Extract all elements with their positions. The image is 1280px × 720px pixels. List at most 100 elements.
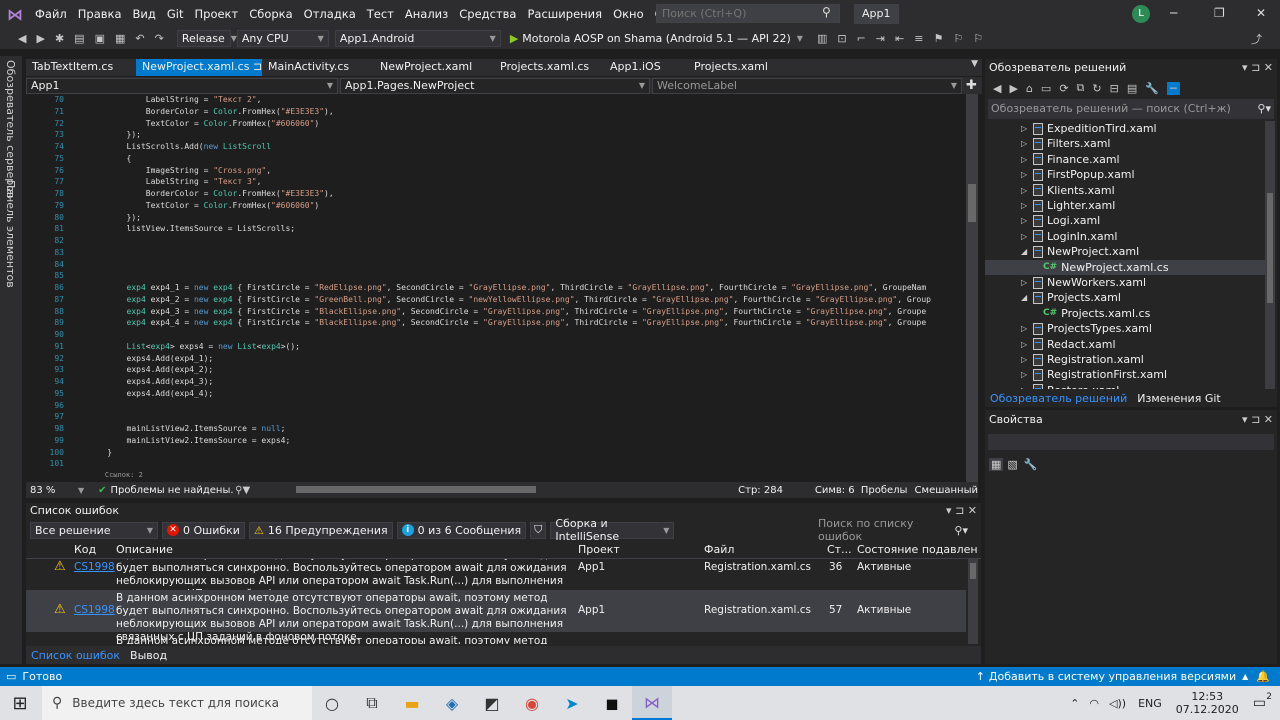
tree-item[interactable]: ▷ Lighter.xaml — [1021, 198, 1115, 213]
tree-item[interactable]: ▷ ExpeditionTird.xaml — [1021, 121, 1157, 136]
bookmark-icon[interactable]: ⚑ — [933, 32, 943, 45]
pin-icon[interactable]: ⊐ — [253, 60, 262, 73]
code-line[interactable] — [88, 458, 962, 470]
search-icon[interactable]: ⚲▾ — [1257, 102, 1271, 116]
save-all-icon[interactable]: ▦ — [115, 32, 125, 45]
code-line[interactable] — [88, 411, 962, 423]
tree-item[interactable]: ▷ FirstPopup.xaml — [1021, 167, 1135, 182]
live-share-icon[interactable]: ⤴ — [1251, 31, 1262, 47]
sync-icon[interactable]: ⟳ — [1059, 82, 1068, 95]
avatar[interactable]: L — [1132, 5, 1150, 23]
tree-item[interactable]: ▷ Redact.xaml — [1021, 337, 1116, 352]
menu-item-9[interactable]: Средства — [454, 7, 522, 21]
spaces-indicator[interactable]: Пробелы — [861, 485, 915, 496]
tree-item[interactable]: C# Projects.xaml.cs — [1039, 306, 1150, 321]
code-line[interactable]: mainListView2.ItemsSource = exps4; — [88, 435, 962, 447]
code-line[interactable]: exps4.Add(exp4_3); — [88, 376, 962, 388]
code-line[interactable]: mainListView2.ItemsSource = null; — [88, 423, 962, 435]
issues-status[interactable]: Проблемы не найдены. — [110, 485, 235, 496]
tree-item[interactable]: ▷ Registration.xaml — [1021, 352, 1144, 367]
chevron-up-icon[interactable]: ▲ — [1242, 672, 1248, 681]
code-line[interactable]: exps4.Add(exp4_1); — [88, 353, 962, 365]
run-target-button[interactable]: Motorola AOSP on Shama (Android 5.1 — AP… — [522, 32, 791, 45]
tree-item[interactable]: ▷ LoginIn.xaml — [1021, 229, 1117, 244]
volume-icon[interactable]: ◁)) — [1109, 697, 1126, 710]
tab-mainactivity[interactable]: MainActivity.cs — [262, 59, 370, 76]
tree-item[interactable]: ▷ ProjectsTypes.xaml — [1021, 321, 1152, 336]
code-line[interactable]: exp4 exp4_2 = new exp4 { FirstCircle = "… — [88, 294, 962, 306]
code-editor[interactable]: 70 71 72 73 74 75 76 77 78 79 80 81 82 83 84 85 86 87 88 89… — [26, 94, 966, 482]
bookmark-next-icon[interactable]: ⚐ — [973, 32, 983, 45]
forward-icon[interactable]: ▶ — [36, 32, 44, 45]
expand-icon[interactable]: ▷ — [1021, 324, 1033, 333]
line-ending-indicator[interactable]: Смешанный — [915, 485, 978, 496]
code-line[interactable]: LabelString = "Текст 3", — [88, 176, 962, 188]
code-line[interactable]: }); — [88, 129, 962, 141]
scroll-thumb[interactable] — [1267, 193, 1273, 303]
server-explorer-tab[interactable]: Обозреватель серверов — [4, 60, 17, 198]
code-line[interactable] — [88, 329, 962, 341]
task-view-icon[interactable]: ⧉ — [352, 686, 392, 720]
tab-newproject-cs[interactable]: NewProject.xaml.cs ⊐ ✕ — [136, 59, 262, 76]
close-icon[interactable]: ✕ — [1256, 6, 1266, 20]
tree-item[interactable]: ▷ Finance.xaml — [1021, 152, 1120, 167]
forward-icon[interactable]: ▶ — [1009, 82, 1017, 95]
tab-projects-xaml[interactable]: Projects.xaml — [682, 59, 772, 76]
taskbar-search[interactable]: ⚲ Введите здесь текст для поиска — [42, 686, 312, 720]
menu-item-3[interactable]: Git — [162, 7, 190, 21]
cortana-icon[interactable]: ○ — [312, 686, 352, 720]
code-line[interactable]: exps4.Add(exp4_2); — [88, 364, 962, 376]
tree-item[interactable]: C# NewProject.xaml.cs — [985, 259, 1265, 275]
tab-list-icon[interactable]: ▼ — [971, 59, 978, 76]
error-search-input[interactable]: Поиск по списку ошибок ⚲▾ — [813, 517, 973, 543]
code-line[interactable]: Ссылок: 2 — [88, 470, 962, 482]
clock[interactable]: 12:53 07.12.2020 — [1176, 690, 1239, 716]
screenshot-icon[interactable]: ⊡ — [837, 32, 846, 45]
expand-icon[interactable]: ▷ — [1021, 124, 1033, 133]
menu-item-6[interactable]: Отладка — [299, 7, 362, 21]
filter-icon[interactable]: ⚲▼ — [235, 485, 250, 496]
expand-icon[interactable]: ▷ — [1021, 340, 1033, 349]
indent-icon[interactable]: ⇥ — [876, 32, 885, 45]
save-icon[interactable]: ▣ — [95, 32, 105, 45]
comment-icon[interactable]: ≡ — [914, 32, 923, 45]
file-explorer-icon[interactable]: ▬ — [392, 686, 432, 720]
code-line[interactable]: List<exp4> exps4 = new List<exp4>(); — [88, 341, 962, 353]
back-icon[interactable]: ◀ — [993, 82, 1001, 95]
virtualbox-icon[interactable]: ◈ — [432, 686, 472, 720]
menu-item-8[interactable]: Анализ — [400, 7, 454, 21]
config-dropdown[interactable]: Release ▼ — [176, 30, 237, 47]
col-project[interactable]: Проект — [578, 543, 620, 556]
errors-filter-button[interactable]: ✕ 0 Ошибки — [162, 521, 245, 539]
error-list-scrollbar[interactable] — [968, 559, 978, 644]
type-nav-dropdown[interactable]: App1.Pages.NewProject ▼ — [340, 77, 650, 94]
toolbox-tab[interactable]: Панель элементов — [4, 180, 17, 288]
search-icon[interactable]: ⚲▾ — [954, 524, 968, 537]
panel-controls-icon[interactable]: ▾ ⊐ ✕ — [1242, 413, 1273, 427]
tree-item[interactable]: ▷ Logi.xaml — [1021, 213, 1100, 228]
tab-output[interactable]: Вывод — [125, 649, 172, 662]
menu-item-5[interactable]: Сборка — [244, 7, 298, 21]
menu-item-2[interactable]: Вид — [128, 7, 162, 21]
table-row[interactable]: ⚠ CS1998 В данном асинхронном методе отс… — [26, 590, 966, 643]
properties-icon[interactable]: 🔧 — [1145, 82, 1159, 95]
table-row[interactable]: В данном асинхронном методе отсутствуют … — [26, 633, 966, 644]
code-line[interactable]: ImageString = "Cross.png", — [88, 165, 962, 177]
panel-controls-icon[interactable]: ▾ ⊐ ✕ — [946, 504, 977, 518]
tool-icon[interactable]: ▥ — [817, 32, 827, 45]
code-line[interactable]: exps4.Add(exp4_4); — [88, 388, 962, 400]
panel-controls-icon[interactable]: ▾ ⊐ ✕ — [1242, 61, 1273, 75]
object-dropdown[interactable] — [988, 434, 1274, 450]
bookmark-prev-icon[interactable]: ⚐ — [953, 32, 963, 45]
chevron-down-icon[interactable]: ▼ — [797, 34, 803, 43]
tree-item[interactable]: ◢ NewProject.xaml — [1021, 244, 1139, 259]
col-description[interactable]: Описание — [116, 543, 173, 556]
editor-vertical-scrollbar[interactable] — [966, 94, 978, 482]
breakpoint-icon[interactable]: ⌐ — [857, 32, 866, 45]
code-line[interactable]: listView.ItemsSource = ListScrolls; — [88, 223, 962, 235]
scroll-thumb[interactable] — [968, 184, 976, 222]
member-nav-dropdown[interactable]: WelcomeLabel ▼ — [652, 77, 962, 94]
tab-projects-cs[interactable]: Projects.xaml.cs — [488, 59, 598, 76]
expand-icon[interactable]: ▷ — [1021, 370, 1033, 379]
expand-icon[interactable]: ▷ — [1021, 232, 1033, 241]
